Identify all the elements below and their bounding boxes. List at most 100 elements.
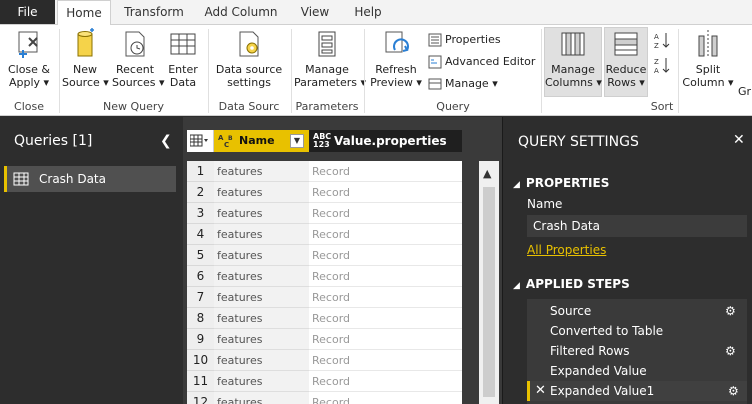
- cell-value-properties[interactable]: Record: [309, 287, 462, 308]
- cell-name[interactable]: features: [214, 182, 309, 203]
- row-number[interactable]: 7: [187, 287, 214, 308]
- step-source[interactable]: Source ⚙: [527, 301, 747, 321]
- cell-value-properties[interactable]: Record: [309, 203, 462, 224]
- tab-home[interactable]: Home: [57, 0, 111, 25]
- close-icon[interactable]: ✕: [733, 132, 745, 148]
- advanced-editor-button[interactable]: Advanced Editor: [428, 52, 535, 72]
- step-expanded-value[interactable]: Expanded Value: [527, 361, 747, 381]
- query-item-crash-data[interactable]: Crash Data: [4, 166, 176, 192]
- row-number[interactable]: 8: [187, 308, 214, 329]
- cell-value-properties[interactable]: Record: [309, 245, 462, 266]
- table-row[interactable]: 10 features Record: [187, 350, 462, 371]
- row-number[interactable]: 6: [187, 266, 214, 287]
- all-properties-link[interactable]: All Properties: [527, 243, 606, 257]
- column-header-value-properties[interactable]: ABC 123 Value.properties ⇐⇒: [309, 130, 580, 152]
- sort-ascending-button[interactable]: AZ: [654, 30, 673, 50]
- manage-icon: [428, 78, 442, 90]
- tab-view[interactable]: View: [292, 0, 338, 24]
- properties-section-header[interactable]: ◢ PROPERTIES: [513, 176, 609, 190]
- cell-name[interactable]: features: [214, 371, 309, 392]
- cell-value-properties[interactable]: Record: [309, 266, 462, 287]
- step-filtered-rows[interactable]: Filtered Rows ⚙: [527, 341, 747, 361]
- properties-button[interactable]: Properties: [428, 30, 501, 50]
- step-converted-to-table[interactable]: Converted to Table: [527, 321, 747, 341]
- delete-step-icon[interactable]: ✕: [535, 381, 546, 401]
- cell-value-properties[interactable]: Record: [309, 329, 462, 350]
- sort-ascending-icon: AZ: [654, 33, 670, 49]
- cell-value-properties[interactable]: Record: [309, 371, 462, 392]
- scroll-up-icon[interactable]: ▲: [483, 167, 491, 180]
- row-number[interactable]: 3: [187, 203, 214, 224]
- column-header-name[interactable]: A C B Name ▼: [214, 130, 309, 152]
- row-number[interactable]: 5: [187, 245, 214, 266]
- row-number[interactable]: 2: [187, 182, 214, 203]
- table-row[interactable]: 3 features Record: [187, 203, 462, 224]
- recent-file-icon: [125, 31, 145, 57]
- cell-name[interactable]: features: [214, 161, 309, 182]
- sort-descending-button[interactable]: ZA: [654, 55, 673, 75]
- cell-value-properties[interactable]: Record: [309, 392, 462, 404]
- row-number[interactable]: 11: [187, 371, 214, 392]
- gear-icon[interactable]: ⚙: [725, 301, 736, 321]
- cell-value-properties[interactable]: Record: [309, 161, 462, 182]
- row-number[interactable]: 10: [187, 350, 214, 371]
- cell-value-properties[interactable]: Record: [309, 224, 462, 245]
- row-number[interactable]: 9: [187, 329, 214, 350]
- collapse-chevron-icon[interactable]: ❮: [160, 133, 172, 149]
- cell-name[interactable]: features: [214, 308, 309, 329]
- tab-file[interactable]: File: [0, 0, 55, 24]
- close-apply-button[interactable]: Close & Apply ▾: [3, 28, 55, 89]
- new-source-button[interactable]: New Source ▾: [62, 28, 109, 89]
- scroll-thumb[interactable]: [483, 187, 495, 397]
- cell-name[interactable]: features: [214, 266, 309, 287]
- table-row[interactable]: 1 features Record: [187, 161, 462, 182]
- row-number[interactable]: 12: [187, 392, 214, 404]
- text-type-icon: A C B: [218, 134, 233, 149]
- cell-name[interactable]: features: [214, 245, 309, 266]
- table-row[interactable]: 6 features Record: [187, 266, 462, 287]
- cell-value-properties[interactable]: Record: [309, 350, 462, 371]
- tab-transform[interactable]: Transform: [118, 0, 190, 24]
- cell-name[interactable]: features: [214, 224, 309, 245]
- row-number[interactable]: 1: [187, 161, 214, 182]
- table-row[interactable]: 12 features Record: [187, 392, 462, 404]
- row-number[interactable]: 4: [187, 224, 214, 245]
- step-expanded-value1[interactable]: ✕ Expanded Value1 ⚙: [527, 381, 747, 401]
- applied-steps-section-header[interactable]: ◢ APPLIED STEPS: [513, 277, 630, 291]
- table-row[interactable]: 5 features Record: [187, 245, 462, 266]
- filter-dropdown-icon[interactable]: ▼: [290, 134, 304, 148]
- split-column-button[interactable]: Split Column ▾: [682, 28, 734, 89]
- tab-add-column[interactable]: Add Column: [198, 0, 284, 24]
- tab-help[interactable]: Help: [346, 0, 390, 24]
- refresh-preview-button[interactable]: Refresh Preview ▾: [368, 28, 424, 89]
- table-row[interactable]: 4 features Record: [187, 224, 462, 245]
- enter-data-button[interactable]: Enter Data: [162, 28, 204, 89]
- table-row[interactable]: 2 features Record: [187, 182, 462, 203]
- cell-name[interactable]: features: [214, 392, 309, 404]
- cell-name[interactable]: features: [214, 203, 309, 224]
- table-row[interactable]: 11 features Record: [187, 371, 462, 392]
- cell-name[interactable]: features: [214, 350, 309, 371]
- table-row[interactable]: 9 features Record: [187, 329, 462, 350]
- group-by-button[interactable]: Gr: [738, 85, 752, 98]
- reduce-rows-button[interactable]: Reduce Rows ▾: [604, 28, 648, 89]
- ribbon-separator: [678, 29, 679, 113]
- table-row[interactable]: 7 features Record: [187, 287, 462, 308]
- manage-parameters-button[interactable]: Manage Parameters ▾: [294, 28, 366, 89]
- cell-name[interactable]: features: [214, 329, 309, 350]
- data-source-settings-button[interactable]: Data source settings: [212, 28, 286, 89]
- manage-button[interactable]: Manage ▾: [428, 74, 498, 94]
- ribbon-tabs: File Home Transform Add Column View Help: [0, 0, 752, 25]
- recent-sources-button[interactable]: Recent Sources ▾: [112, 28, 165, 89]
- gear-icon[interactable]: ⚙: [728, 381, 739, 401]
- vertical-scrollbar[interactable]: ▲: [479, 161, 499, 404]
- table-menu-button[interactable]: [187, 130, 214, 152]
- gear-icon[interactable]: ⚙: [725, 341, 736, 361]
- cell-name[interactable]: features: [214, 287, 309, 308]
- manage-columns-button[interactable]: Manage Columns ▾: [545, 28, 602, 89]
- close-apply-icon: [18, 31, 38, 58]
- cell-value-properties[interactable]: Record: [309, 182, 462, 203]
- table-row[interactable]: 8 features Record: [187, 308, 462, 329]
- cell-value-properties[interactable]: Record: [309, 308, 462, 329]
- query-name-input[interactable]: Crash Data: [527, 215, 747, 237]
